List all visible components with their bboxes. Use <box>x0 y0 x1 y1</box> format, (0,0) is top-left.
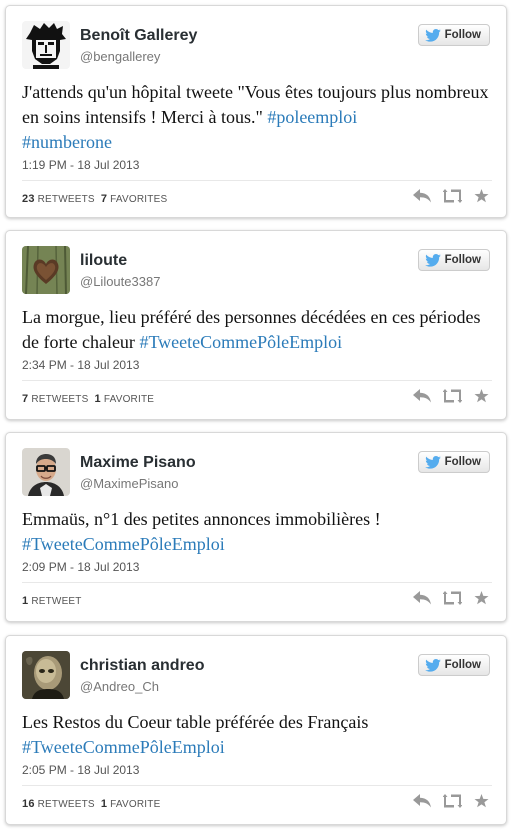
retweet-icon[interactable] <box>443 591 462 605</box>
tweet-text: Emmaüs, n°1 des petites annonces immobil… <box>22 507 492 557</box>
timestamp[interactable]: 1:19 PM - 18 Jul 2013 <box>22 158 139 172</box>
retweets-label[interactable]: RETWEETS <box>38 799 95 810</box>
tweet-text: Les Restos du Coeur table préférée des F… <box>22 710 492 760</box>
username[interactable]: @bengallerey <box>80 49 160 64</box>
hashtag[interactable]: #numberone <box>22 132 112 152</box>
follow-button[interactable]: Follow <box>417 249 490 271</box>
hashtag[interactable]: #poleemploi <box>267 107 357 127</box>
retweets-count[interactable]: 23 <box>22 193 35 205</box>
username[interactable]: @Andreo_Ch <box>80 679 159 694</box>
tweet-actions <box>413 794 489 808</box>
tweet-body: Emmaüs, n°1 des petites annonces immobil… <box>22 509 381 529</box>
display-name[interactable]: christian andreo <box>80 657 204 675</box>
username[interactable]: @MaximePisano <box>80 476 178 491</box>
timestamp[interactable]: 2:09 PM - 18 Jul 2013 <box>22 560 139 574</box>
retweet-icon[interactable] <box>443 189 462 203</box>
hashtag[interactable]: #TweeteCommePôleEmploi <box>22 534 225 554</box>
divider <box>22 785 492 786</box>
favorites-label[interactable]: FAVORITE <box>104 394 154 405</box>
stats: 1 RETWEET <box>22 595 82 607</box>
favorites-count[interactable]: 7 <box>101 193 107 205</box>
retweets-count[interactable]: 7 <box>22 393 28 405</box>
tweet-card: Maxime Pisano @MaximePisano Follow Emmaü… <box>5 432 507 622</box>
tweet-body: Les Restos du Coeur table préférée des F… <box>22 712 369 732</box>
avatar[interactable] <box>22 246 70 294</box>
reply-icon[interactable] <box>413 189 431 203</box>
timestamp[interactable]: 2:05 PM - 18 Jul 2013 <box>22 763 139 777</box>
retweets-label[interactable]: RETWEETS <box>31 394 88 405</box>
tweet-card: Benoît Gallerey @bengallerey Follow J'at… <box>5 5 507 218</box>
reply-icon[interactable] <box>413 591 431 605</box>
tweet-actions <box>413 389 489 403</box>
tweet-text: J'attends qu'un hôpital tweete "Vous ête… <box>22 80 492 155</box>
follow-button[interactable]: Follow <box>417 451 490 473</box>
follow-label: Follow <box>444 29 481 41</box>
retweets-count[interactable]: 1 <box>22 595 28 607</box>
hashtag[interactable]: #TweeteCommePôleEmploi <box>22 737 225 757</box>
divider <box>22 582 492 583</box>
avatar[interactable] <box>22 651 70 699</box>
retweets-label[interactable]: RETWEETS <box>38 194 95 205</box>
twitter-bird-icon <box>424 253 441 267</box>
follow-button[interactable]: Follow <box>417 24 490 46</box>
twitter-bird-icon <box>424 658 441 672</box>
retweets-count[interactable]: 16 <box>22 798 35 810</box>
divider <box>22 180 492 181</box>
stats: 7 RETWEETS 1 FAVORITE <box>22 393 154 405</box>
reply-icon[interactable] <box>413 794 431 808</box>
divider <box>22 380 492 381</box>
tweet-card: christian andreo @Andreo_Ch Follow Les R… <box>5 635 507 825</box>
reply-icon[interactable] <box>413 389 431 403</box>
username[interactable]: @Liloute3387 <box>80 274 160 289</box>
star-icon[interactable] <box>474 794 489 808</box>
stats: 23 RETWEETS 7 FAVORITES <box>22 193 167 205</box>
hashtag[interactable]: #TweeteCommePôleEmploi <box>139 332 342 352</box>
display-name[interactable]: liloute <box>80 252 127 270</box>
tweet-body: J'attends qu'un hôpital tweete "Vous ête… <box>22 82 489 127</box>
favorites-count[interactable]: 1 <box>101 798 107 810</box>
follow-label: Follow <box>444 659 481 671</box>
avatar[interactable] <box>22 21 70 69</box>
follow-button[interactable]: Follow <box>417 654 490 676</box>
stats: 16 RETWEETS 1 FAVORITE <box>22 798 160 810</box>
retweets-label[interactable]: RETWEET <box>31 596 81 607</box>
timestamp[interactable]: 2:34 PM - 18 Jul 2013 <box>22 358 139 372</box>
tweet-card: liloute @Liloute3387 Follow La morgue, l… <box>5 230 507 420</box>
favorites-label[interactable]: FAVORITES <box>110 194 167 205</box>
star-icon[interactable] <box>474 389 489 403</box>
retweet-icon[interactable] <box>443 389 462 403</box>
avatar[interactable] <box>22 448 70 496</box>
favorites-label[interactable]: FAVORITE <box>110 799 160 810</box>
twitter-bird-icon <box>424 28 441 42</box>
display-name[interactable]: Maxime Pisano <box>80 454 196 472</box>
follow-label: Follow <box>444 456 481 468</box>
tweet-text: La morgue, lieu préféré des personnes dé… <box>22 305 492 355</box>
twitter-bird-icon <box>424 455 441 469</box>
display-name[interactable]: Benoît Gallerey <box>80 27 197 45</box>
retweet-icon[interactable] <box>443 794 462 808</box>
favorites-count[interactable]: 1 <box>95 393 101 405</box>
tweet-actions <box>413 591 489 605</box>
star-icon[interactable] <box>474 591 489 605</box>
follow-label: Follow <box>444 254 481 266</box>
tweet-actions <box>413 189 489 203</box>
star-icon[interactable] <box>474 189 489 203</box>
